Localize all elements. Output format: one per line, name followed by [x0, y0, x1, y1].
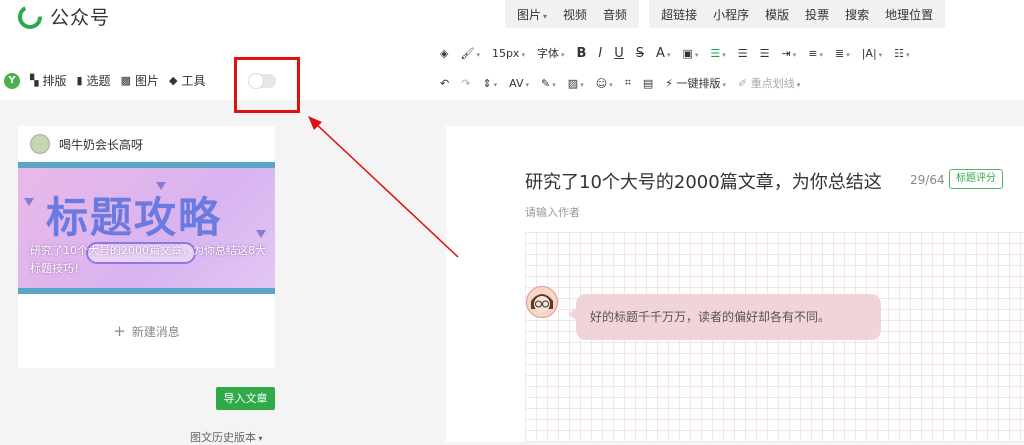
background-color-icon[interactable]: ▣ — [682, 47, 698, 60]
one-click-layout-button[interactable]: ⚡ 一键排版 — [665, 75, 726, 91]
align-justify-icon[interactable]: ☰ — [760, 47, 770, 60]
nav-audio[interactable]: 音频 — [595, 6, 635, 23]
key-line-label: 重点划线 — [750, 77, 795, 90]
nav-image[interactable]: 图片 — [509, 6, 555, 23]
tools-label: 工具 — [181, 74, 206, 88]
left-tools: Y ▚ 排版 ▮ 选题 ▩ 图片 ◆ 工具 — [4, 72, 215, 89]
line-height-icon[interactable]: ≡ — [808, 47, 823, 60]
cover-band-bottom — [18, 288, 275, 294]
cover-title: 标题攻略 — [46, 193, 223, 242]
history-version-link[interactable]: 图文历史版本 — [190, 429, 263, 445]
format-toolbar-row-1: ◈ 🖌 15px 字体 B I U S A ▣ ☰ ☰ ☰ ⇥ ≡ ≣ |A| … — [440, 45, 922, 61]
nav-hyperlink[interactable]: 超链接 — [653, 6, 705, 23]
indent-icon[interactable]: ⇥ — [782, 47, 797, 60]
bold-button[interactable]: B — [576, 46, 586, 61]
avatar — [526, 286, 558, 318]
letter-spacing-icon[interactable]: |A| — [862, 47, 882, 60]
image-icon: ▩ — [120, 74, 131, 87]
cover-description: 研究了10个大号的2000篇文章，为你总结这8大标题技巧！ — [30, 244, 266, 275]
eraser-icon[interactable]: ◈ — [440, 47, 448, 60]
highlight-box — [234, 57, 300, 113]
undo-icon[interactable]: ↶ — [440, 77, 449, 90]
nav-template[interactable]: 模版 — [757, 6, 797, 23]
magic-wand-icon[interactable]: ✎ — [541, 77, 556, 90]
line-spacing-icon[interactable]: ⇕ — [482, 77, 497, 90]
new-message-label: 新建消息 — [131, 325, 180, 339]
decor-triangle — [24, 198, 34, 206]
article-card[interactable]: 喝牛奶会长高呀 标题攻略 研究了10个大号的2000篇文章，为你总结这8大标题技… — [18, 126, 275, 368]
italic-button[interactable]: I — [598, 46, 602, 61]
media-group: 图片 视频 音频 — [505, 0, 640, 28]
nav-vote[interactable]: 投票 — [797, 6, 837, 23]
redo-icon[interactable]: ↷ — [461, 77, 470, 90]
key-line-button[interactable]: ✐ 重点划线 — [738, 75, 800, 91]
import-article-button[interactable]: 导入文章 — [216, 387, 275, 410]
title-score-button[interactable]: 标题评分 — [949, 169, 1003, 189]
title-counter: 29/64 — [910, 173, 945, 187]
format-toolbar-row-2: ↶ ↷ ⇕ AV ✎ ▨ ☺ ⌗ ▤ ⚡ 一键排版 ✐ 重点划线 — [440, 75, 812, 91]
cover-band-top — [18, 162, 275, 168]
one-click-layout-label: 一键排版 — [676, 77, 721, 90]
new-message-button[interactable]: + 新建消息 — [18, 322, 275, 340]
top-bar: 公众号 图片 视频 音频 超链接 小程序 模版 投票 搜索 地理位置 — [0, 0, 1024, 33]
topics-label: 选题 — [86, 74, 111, 88]
bookmark-icon: ▮ — [76, 74, 83, 87]
insert-group: 超链接 小程序 模版 投票 搜索 地理位置 — [649, 0, 946, 28]
image-label: 图片 — [134, 74, 159, 88]
underline-button[interactable]: U — [614, 46, 624, 61]
layout-icon: ▚ — [30, 74, 39, 87]
cover-image[interactable]: 标题攻略 研究了10个大号的2000篇文章，为你总结这8大标题技巧！ — [18, 162, 275, 294]
wechat-logo: 公众号 — [18, 3, 110, 30]
align-left-icon[interactable]: ☰ — [710, 47, 725, 60]
layout-label: 排版 — [42, 74, 67, 88]
paragraph-spacing-icon[interactable]: ≣ — [835, 47, 850, 60]
text-format-icon[interactable]: AV — [509, 77, 529, 90]
speech-bubble: 好的标题千千万万，读者的偏好却各有不同。 — [568, 294, 881, 340]
logo-icon — [18, 4, 42, 29]
paint-format-icon[interactable]: 🖌 — [460, 47, 479, 60]
tools-tool[interactable]: ◆ 工具 — [169, 72, 205, 89]
author-input[interactable]: 请输入作者 — [525, 204, 580, 220]
girl-avatar-icon — [531, 294, 553, 312]
logo-text: 公众号 — [50, 7, 111, 29]
html-icon[interactable]: ⌗ — [625, 76, 631, 90]
nav-search[interactable]: 搜索 — [837, 6, 877, 23]
font-color-button[interactable]: A — [656, 46, 670, 61]
nav-video[interactable]: 视频 — [555, 6, 595, 23]
avatar — [30, 134, 50, 154]
layout-tool[interactable]: ▚ 排版 — [30, 72, 66, 89]
nav-location[interactable]: 地理位置 — [877, 6, 941, 23]
topics-tool[interactable]: ▮ 选题 — [76, 72, 110, 89]
emoji-icon[interactable]: ☺ — [596, 77, 613, 90]
align-center-icon[interactable]: ☰ — [738, 47, 748, 60]
cube-icon: ◆ — [168, 74, 178, 87]
plus-icon: + — [113, 322, 126, 340]
account-name: 喝牛奶会长高呀 — [59, 137, 144, 152]
font-family-select[interactable]: 字体 — [537, 45, 565, 61]
strike-button[interactable]: S — [636, 46, 644, 61]
font-size-select[interactable]: 15px — [492, 47, 525, 60]
decor-triangle — [256, 230, 266, 238]
insert-image-icon[interactable]: ▨ — [568, 77, 584, 90]
image-tool[interactable]: ▩ 图片 — [121, 72, 159, 89]
toolbox-icon[interactable]: ▤ — [643, 77, 653, 90]
nav-miniprogram[interactable]: 小程序 — [705, 6, 757, 23]
list-icon[interactable]: ☷ — [894, 47, 909, 60]
plugin-logo-icon[interactable]: Y — [4, 72, 20, 89]
editor-panel: 研究了10个大号的2000篇文章，为你总结这 29/64 标题评分 请输入作者 … — [446, 126, 1024, 442]
insert-nav: 图片 视频 音频 超链接 小程序 模版 投票 搜索 地理位置 — [505, 0, 955, 28]
card-header: 喝牛奶会长高呀 — [30, 134, 143, 154]
article-title-input[interactable]: 研究了10个大号的2000篇文章，为你总结这 — [525, 168, 910, 194]
